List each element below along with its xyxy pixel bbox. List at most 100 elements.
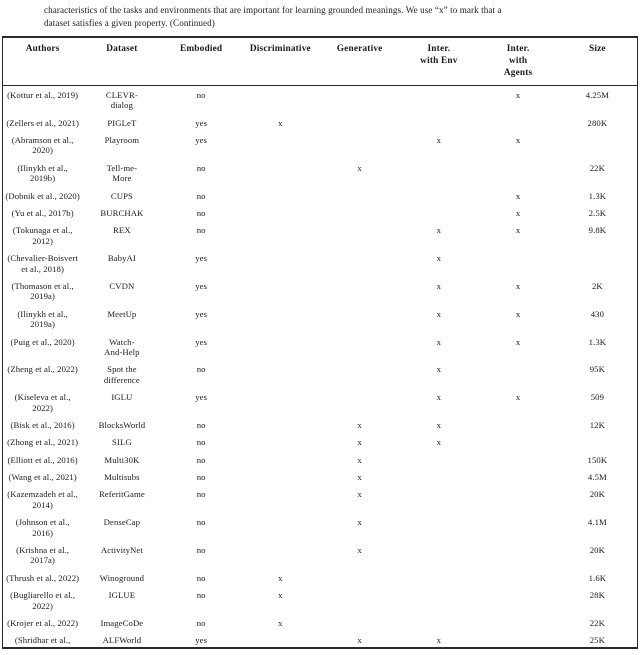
cell-inter-with-env: x bbox=[436, 336, 442, 347]
cell-inter-with-agents bbox=[479, 632, 558, 648]
cell-embodied: no bbox=[196, 419, 206, 430]
cell-embodied: no bbox=[196, 517, 206, 528]
cell-inter-with-env bbox=[399, 204, 478, 221]
table-row: (Tokunaga et al., 2012) REX no x x 9.8K bbox=[3, 222, 637, 250]
cell-authors: (Dobnik et al., 2020) bbox=[5, 190, 80, 201]
paper-table-page: characteristics of the tasks and environ… bbox=[0, 0, 640, 655]
cell-inter-with-agents bbox=[479, 587, 558, 615]
cell-authors: (Johnson et al., 2016) bbox=[15, 517, 70, 538]
cell-generative bbox=[320, 250, 399, 278]
cell-inter-with-env bbox=[399, 469, 478, 486]
cell-inter-with-agents bbox=[479, 514, 558, 542]
header-row: Authors Dataset Embodied Discriminative … bbox=[3, 38, 637, 87]
cell-size: 20K bbox=[589, 489, 605, 500]
cell-embodied: no bbox=[196, 162, 206, 173]
cell-discriminative bbox=[241, 131, 320, 159]
table-row: (Kazemzadeh et al., 2014) ReferitGame no x … bbox=[3, 486, 637, 514]
cell-embodied: yes bbox=[195, 280, 208, 291]
cell-generative bbox=[320, 204, 399, 221]
cell-dataset: Playroom bbox=[104, 134, 140, 145]
column-header-generative: Generative bbox=[320, 38, 400, 87]
cell-generative bbox=[320, 569, 399, 586]
caption-line-1: characteristics of the tasks and environ… bbox=[44, 5, 502, 15]
cell-inter-with-agents: x bbox=[515, 280, 521, 291]
column-header-authors: Authors bbox=[3, 38, 83, 87]
cell-authors: (Abramson et al., 2020) bbox=[11, 134, 74, 156]
cell-discriminative bbox=[241, 416, 320, 433]
cell-dataset: CLEVR-dialog bbox=[105, 89, 138, 111]
cell-authors: (Elliott et al., 2016) bbox=[7, 454, 78, 465]
table-row: (Chevalier-Boisvert et al., 2018) BabyAI ye… bbox=[3, 250, 637, 278]
cell-authors: (Shridhar et al.,2021) bbox=[14, 635, 71, 647]
table-row: (Krishna et al., 2017a) ActivityNet no x 20… bbox=[3, 541, 637, 569]
table-row: (Bugliarello et al., 2022) IGLUE no x 28K bbox=[3, 587, 637, 615]
cell-dataset: CUPS bbox=[110, 190, 133, 201]
cell-inter-with-agents bbox=[479, 416, 558, 433]
cell-generative: x bbox=[357, 517, 362, 528]
cell-size: 22K bbox=[589, 162, 605, 173]
table-row: (Zhong et al., 2021) SILG no x x bbox=[3, 434, 637, 451]
cell-embodied: yes bbox=[195, 134, 208, 145]
cell-inter-with-agents: x bbox=[515, 190, 521, 201]
cell-embodied: no bbox=[196, 454, 206, 465]
cell-embodied: no bbox=[196, 225, 206, 236]
cell-dataset: ActivityNet bbox=[100, 545, 143, 556]
cell-authors: (Krojer et al., 2022) bbox=[7, 618, 79, 629]
cell-embodied: no bbox=[196, 207, 206, 218]
cell-inter-with-env: x bbox=[436, 419, 442, 430]
cell-generative: x bbox=[357, 635, 362, 646]
cell-size: 12K bbox=[589, 419, 605, 430]
cell-inter-with-env: x bbox=[436, 437, 442, 448]
cell-discriminative: x bbox=[278, 572, 283, 583]
cell-generative: x bbox=[357, 472, 362, 483]
cell-generative: x bbox=[357, 489, 362, 500]
table-row: (Shridhar et al.,2021) ALFWorld yes x x 25K bbox=[3, 632, 637, 648]
cell-generative: x bbox=[357, 162, 362, 173]
dataset-table: Authors Dataset Embodied Discriminative … bbox=[3, 38, 637, 648]
table-row: (Dobnik et al., 2020) CUPS no x 1.3K bbox=[3, 187, 637, 204]
cell-inter-with-env bbox=[399, 86, 478, 114]
column-header-dataset: Dataset bbox=[82, 38, 162, 87]
cell-discriminative: x bbox=[278, 117, 283, 128]
cell-inter-with-agents: x bbox=[515, 89, 521, 100]
cell-size: 509 bbox=[590, 392, 605, 403]
cell-discriminative bbox=[241, 277, 320, 305]
cell-dataset: CVDN bbox=[109, 280, 135, 291]
cell-generative bbox=[320, 614, 399, 631]
table-row: (Bisk et al., 2016) BlocksWorld no x x 12K bbox=[3, 416, 637, 433]
cell-discriminative bbox=[241, 514, 320, 542]
cell-embodied: yes bbox=[195, 117, 208, 128]
cell-generative: x bbox=[357, 545, 362, 556]
cell-generative bbox=[320, 305, 399, 333]
cell-generative bbox=[320, 187, 399, 204]
cell-embodied: no bbox=[196, 89, 206, 100]
cell-dataset: ALFWorld bbox=[102, 635, 142, 646]
column-header-inter-with-agents: Inter. with Agents bbox=[478, 38, 558, 87]
cell-inter-with-agents bbox=[479, 250, 558, 278]
cell-inter-with-agents: x bbox=[515, 308, 521, 319]
cell-inter-with-agents bbox=[479, 486, 558, 514]
table-row: (Ilinykh et al., 2019a) MeetUp yes x x 430 bbox=[3, 305, 637, 333]
cell-size: 1.6K bbox=[588, 572, 607, 583]
cell-generative bbox=[320, 389, 399, 417]
cell-embodied: no bbox=[196, 364, 206, 375]
table-header: Authors Dataset Embodied Discriminative … bbox=[3, 38, 637, 87]
cell-dataset: PIGLeT bbox=[107, 117, 137, 128]
cell-size: 280K bbox=[587, 117, 608, 128]
cell-dataset: MeetUp bbox=[107, 308, 137, 319]
cell-size: 4.5M bbox=[587, 472, 607, 483]
cell-inter-with-env: x bbox=[436, 134, 442, 145]
cell-authors: (Bugliarello et al., 2022) bbox=[10, 590, 76, 611]
cell-discriminative bbox=[241, 541, 320, 569]
cell-embodied: yes bbox=[195, 308, 208, 319]
cell-embodied: no bbox=[196, 472, 206, 483]
column-header-inter-with-agents-line1: Inter. bbox=[506, 44, 530, 55]
column-header-inter-with-agents-line2: with bbox=[508, 56, 528, 66]
dataset-table-container: Authors Dataset Embodied Discriminative … bbox=[2, 36, 638, 650]
cell-size: 2K bbox=[591, 280, 603, 291]
cell-inter-with-env bbox=[399, 514, 478, 542]
cell-discriminative bbox=[241, 333, 320, 361]
cell-generative: x bbox=[357, 454, 362, 465]
cell-dataset: BURCHAK bbox=[100, 207, 144, 218]
cell-embodied: yes bbox=[195, 392, 208, 403]
